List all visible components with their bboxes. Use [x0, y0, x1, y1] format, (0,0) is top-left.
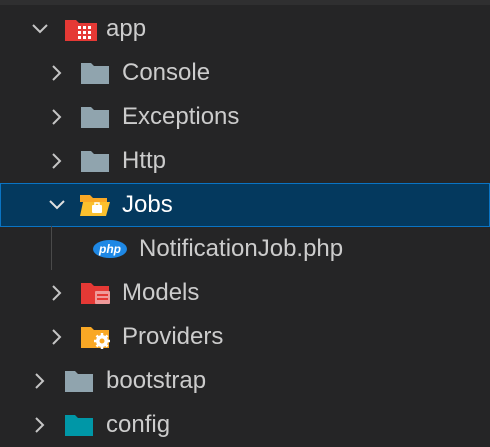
tree-item-notificationjob[interactable]: php NotificationJob.php [0, 227, 490, 271]
chevron-right-icon[interactable] [30, 371, 50, 391]
folder-icon [81, 151, 109, 172]
tree-item-label: config [106, 411, 171, 438]
tree-item-label: Http [122, 147, 167, 174]
folder-icon [65, 371, 93, 392]
tree-item-label: Jobs [122, 191, 173, 218]
folder-jobs-open-icon [80, 195, 110, 216]
tree-item-http[interactable]: Http [0, 139, 490, 183]
folder-models-icon [81, 283, 110, 304]
tree-item-console[interactable]: Console [0, 51, 490, 95]
tree-item-jobs[interactable]: Jobs [0, 183, 490, 227]
tree-item-exceptions[interactable]: Exceptions [0, 95, 490, 139]
chevron-right-icon[interactable] [47, 63, 67, 83]
scroll-shadow [0, 0, 490, 5]
tree-item-models[interactable]: Models [0, 271, 490, 315]
tree-item-label: app [106, 15, 147, 42]
php-file-icon: php [93, 240, 127, 258]
chevron-right-icon[interactable] [47, 327, 67, 347]
chevron-down-icon[interactable] [47, 195, 67, 215]
folder-icon [81, 63, 109, 84]
svg-text:php: php [98, 242, 121, 256]
file-explorer-tree: app Console Exceptions Http Jobs php Not… [0, 0, 490, 438]
folder-app-icon [65, 20, 97, 41]
tree-item-label: Exceptions [122, 103, 240, 130]
tree-item-label: bootstrap [106, 367, 207, 394]
tree-item-label: Providers [122, 323, 224, 350]
tree-item-label: Console [122, 59, 211, 86]
tree-item-bootstrap[interactable]: bootstrap [0, 359, 490, 403]
tree-item-label: NotificationJob.php [139, 235, 344, 262]
folder-icon [81, 107, 109, 128]
tree-item-providers[interactable]: Providers [0, 315, 490, 359]
chevron-down-icon[interactable] [30, 19, 50, 39]
tree-item-config[interactable]: config [0, 403, 490, 447]
tree-item-label: Models [122, 279, 200, 306]
chevron-right-icon[interactable] [30, 415, 50, 435]
chevron-right-icon[interactable] [47, 283, 67, 303]
tree-item-app[interactable]: app [0, 7, 490, 51]
folder-config-icon [65, 415, 93, 436]
folder-providers-icon [81, 327, 110, 349]
chevron-right-icon[interactable] [47, 151, 67, 171]
chevron-right-icon[interactable] [47, 107, 67, 127]
